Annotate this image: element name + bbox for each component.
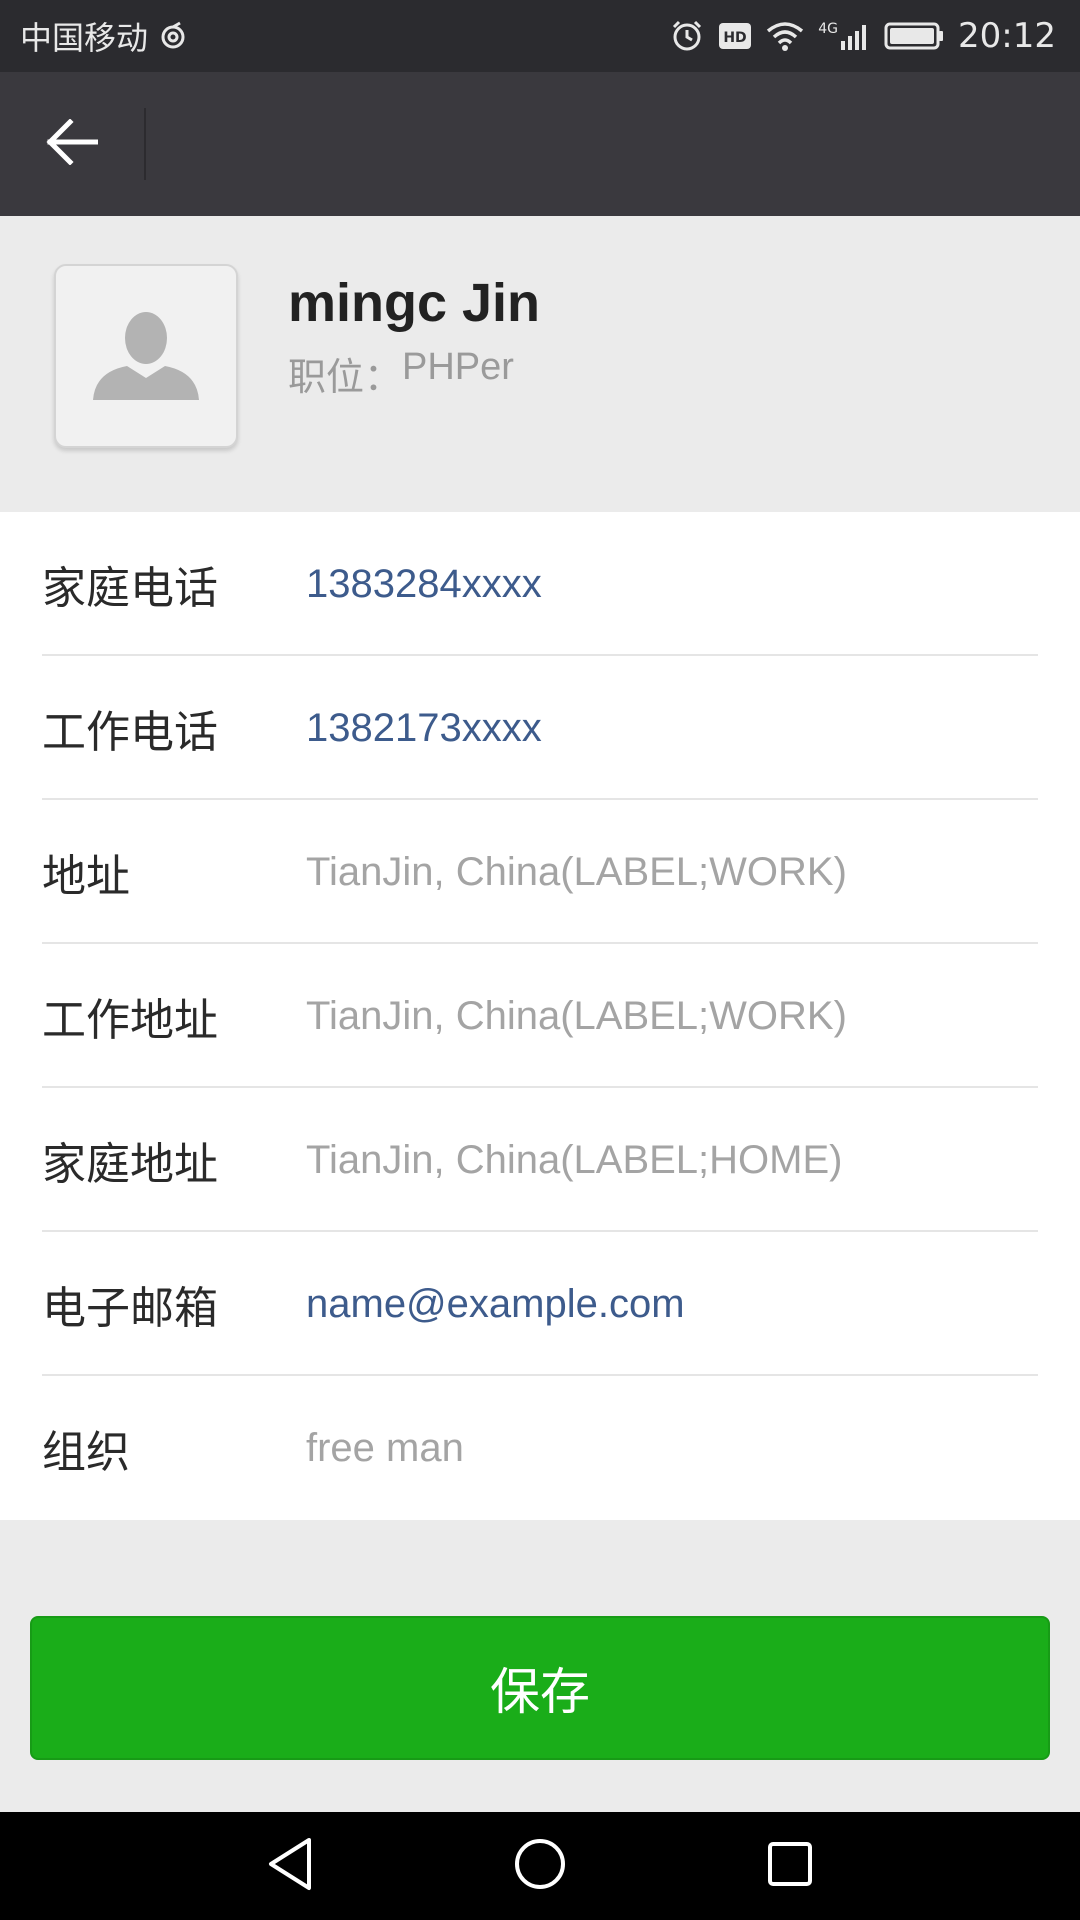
info-row-address: 地址 TianJin, China(LABEL;WORK) [0,800,1080,944]
save-button[interactable]: 保存 [30,1616,1050,1760]
triangle-back-icon [265,1836,315,1896]
top-bar [0,72,1080,216]
hd-icon: HD [718,21,752,51]
info-row-home-phone[interactable]: 家庭电话 1383284xxxx [0,512,1080,656]
row-label: 地址 [42,851,130,902]
row-value: free man [306,1425,464,1470]
status-right: HD 4G 20:12 [670,16,1056,56]
row-value: TianJin, China(LABEL;HOME) [306,1137,843,1182]
row-label: 工作地址 [42,995,218,1046]
row-value[interactable]: name@example.com [306,1282,685,1327]
square-recents-icon [765,1839,815,1893]
back-button[interactable] [0,72,144,216]
profile-header: mingc Jin 职位： PHPer [0,216,1080,512]
status-time: 20:12 [958,16,1056,56]
system-nav-bar [0,1812,1080,1920]
carrier-name: 中国移动 [20,19,149,57]
title-label: 职位： [288,355,403,399]
svg-text:HD: HD [724,30,747,46]
row-value[interactable]: 1382173xxxx [306,706,542,751]
row-value: TianJin, China(LABEL;WORK) [306,849,847,894]
contact-title: 职位： PHPer [288,346,514,401]
arrow-left-icon [46,118,99,169]
wifi-icon [766,21,804,51]
avatar[interactable] [54,264,238,448]
row-label: 家庭电话 [42,563,218,614]
nav-home-button[interactable] [500,1826,580,1906]
screen: 中国移动 HD 4G 20:12 mingc Jin 职位： PHPer 家庭电… [0,0,1080,1920]
status-left: 中国移动 [20,13,188,59]
nav-back-button[interactable] [250,1826,330,1906]
top-bar-divider [144,108,146,180]
row-value: TianJin, China(LABEL;WORK) [306,993,847,1038]
network-type: 4G [818,21,839,37]
person-silhouette-icon [91,304,201,408]
contact-info-list: 家庭电话 1383284xxxx 工作电话 1382173xxxx 地址 Tia… [0,512,1080,1520]
contact-name: mingc Jin [288,273,541,333]
info-row-email[interactable]: 电子邮箱 name@example.com [0,1232,1080,1376]
title-value: PHPer [402,346,514,388]
row-label: 组织 [42,1427,130,1478]
row-label: 工作电话 [42,707,218,758]
nav-recents-button[interactable] [750,1826,830,1906]
row-value[interactable]: 1383284xxxx [306,562,542,607]
info-row-organization: 组织 free man [0,1376,1080,1520]
info-row-home-address: 家庭地址 TianJin, China(LABEL;HOME) [0,1088,1080,1232]
signal-icon: 4G [818,21,870,51]
status-bar: 中国移动 HD 4G 20:12 [0,0,1080,72]
row-label: 家庭地址 [42,1139,218,1190]
row-label: 电子邮箱 [42,1283,218,1334]
alarm-icon [670,19,704,53]
info-row-work-phone[interactable]: 工作电话 1382173xxxx [0,656,1080,800]
circle-home-icon [512,1836,568,1896]
sync-icon [158,21,188,51]
battery-icon [884,21,944,51]
info-row-work-address: 工作地址 TianJin, China(LABEL;WORK) [0,944,1080,1088]
